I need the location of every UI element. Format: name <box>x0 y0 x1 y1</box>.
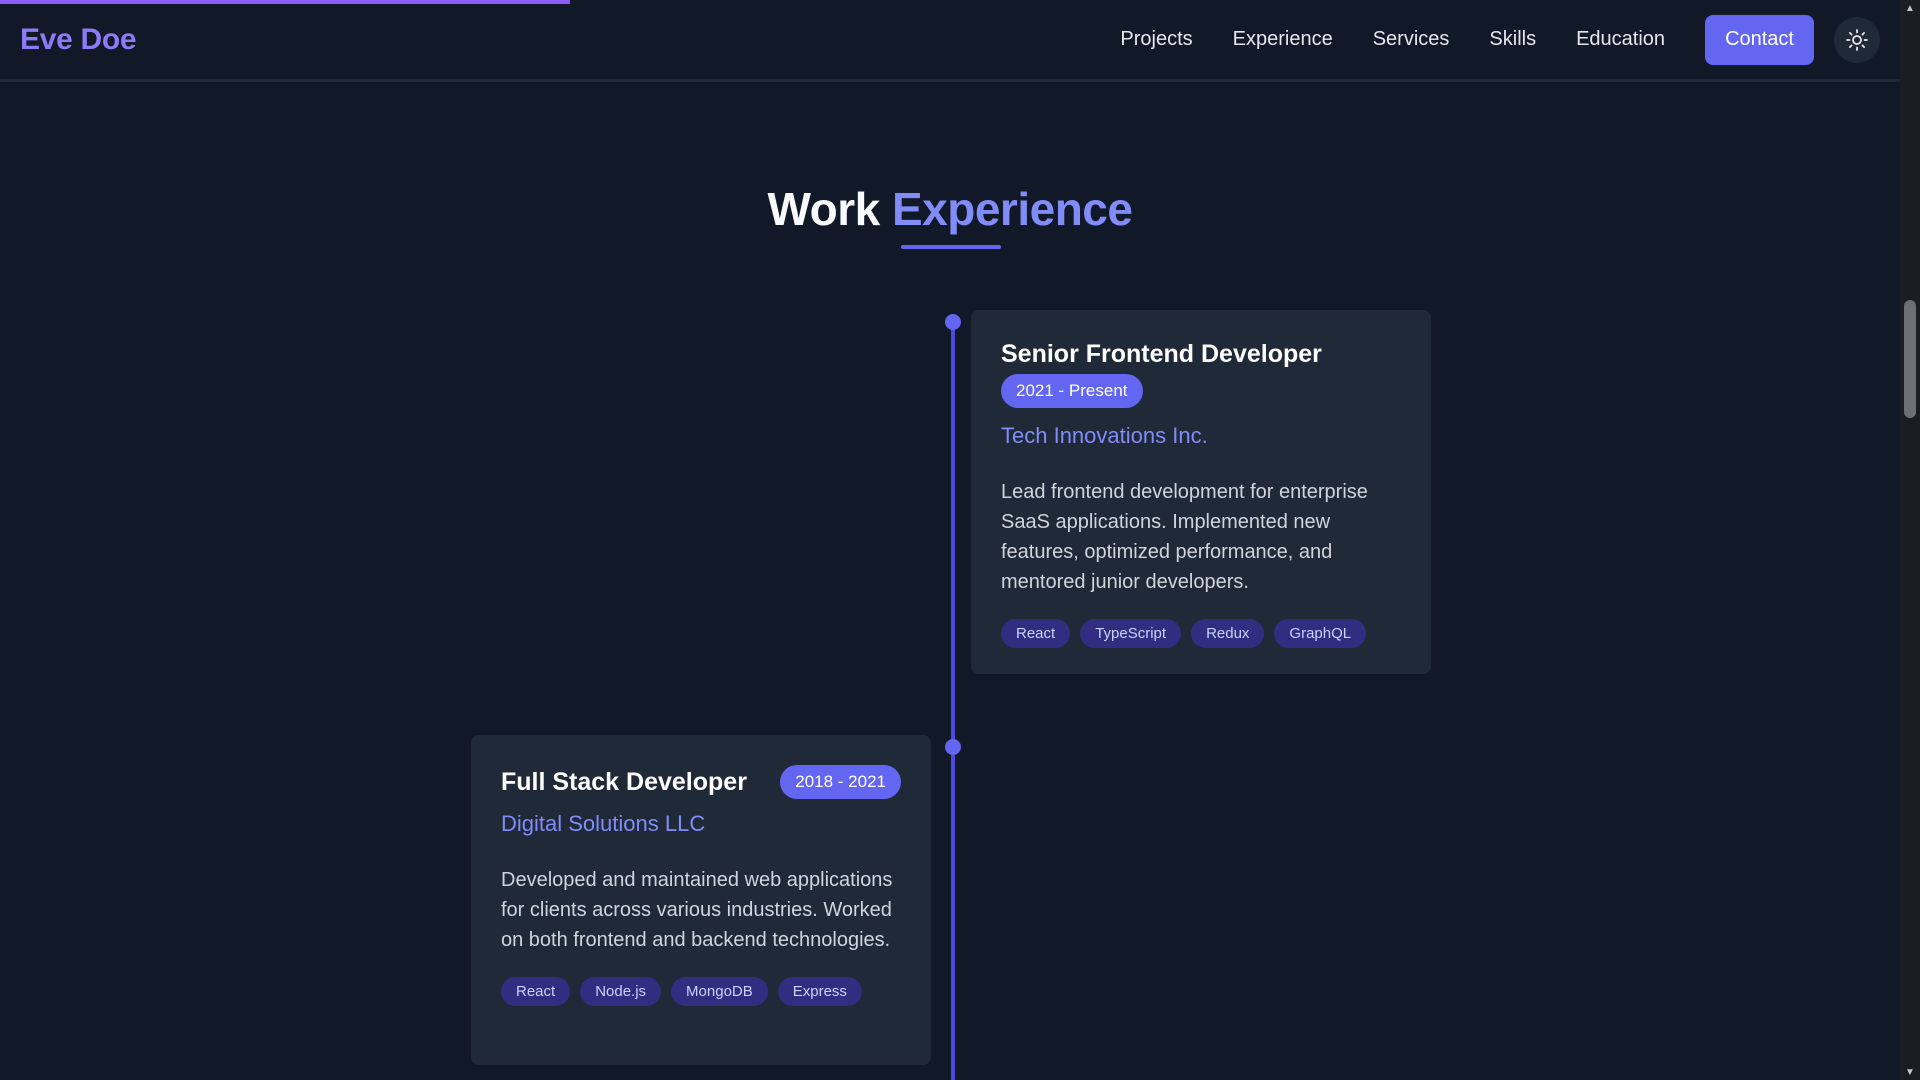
nav-link-services[interactable]: Services <box>1373 28 1450 51</box>
tech-tag: Express <box>777 977 862 1006</box>
job-description: Lead frontend development for enterprise… <box>1001 481 1368 593</box>
theme-toggle-button[interactable] <box>1834 16 1880 63</box>
page-scrollbar[interactable]: ▲ ▼ <box>1900 0 1920 1080</box>
site-header: Eve Doe Projects Experience Services Ski… <box>0 0 1900 82</box>
scroll-progress-bar <box>0 0 570 4</box>
tech-tag: Node.js <box>580 977 662 1006</box>
timeline-line <box>951 322 955 1080</box>
contact-button[interactable]: Contact <box>1705 14 1814 65</box>
job-description: Developed and maintained web application… <box>501 869 893 951</box>
experience-card: Senior Frontend Developer 2021 - Present… <box>971 310 1431 674</box>
nav-link-experience[interactable]: Experience <box>1233 28 1333 51</box>
tech-tag: React <box>501 977 571 1006</box>
main-nav: Projects Experience Services Skills Educ… <box>1120 28 1665 51</box>
experience-card: Full Stack Developer 2018 - 2021 Digital… <box>471 735 931 1065</box>
company-name: Digital Solutions LLC <box>501 811 706 836</box>
tech-tag: Redux <box>1191 619 1265 648</box>
tech-tag: TypeScript <box>1080 619 1182 648</box>
company-name: Tech Innovations Inc. <box>1001 423 1208 448</box>
job-title: Full Stack Developer <box>501 767 747 796</box>
nav-link-education[interactable]: Education <box>1576 28 1665 51</box>
tech-tags: React TypeScript Redux GraphQL <box>1001 619 1401 648</box>
tech-tag: React <box>1001 619 1071 648</box>
section-title-main: Work <box>767 183 881 235</box>
scroll-down-arrow-icon[interactable]: ▼ <box>1900 1064 1920 1080</box>
timeline-dot <box>945 314 961 330</box>
scroll-up-arrow-icon[interactable]: ▲ <box>1900 0 1920 16</box>
date-badge: 2018 - 2021 <box>780 765 901 799</box>
nav-link-projects[interactable]: Projects <box>1120 28 1192 51</box>
section-title-accent: Experience <box>891 183 1133 235</box>
scrollbar-thumb[interactable] <box>1904 300 1916 418</box>
tech-tag: GraphQL <box>1274 619 1367 648</box>
job-title: Senior Frontend Developer <box>1001 340 1322 368</box>
timeline-dot <box>945 739 961 755</box>
date-badge: 2021 - Present <box>1001 374 1143 408</box>
sun-icon <box>1846 28 1868 51</box>
nav-link-skills[interactable]: Skills <box>1489 28 1536 51</box>
tech-tags: React Node.js MongoDB Express <box>501 977 901 1006</box>
site-logo[interactable]: Eve Doe <box>20 23 137 57</box>
title-underline <box>901 245 1001 249</box>
section-title: Work Experience <box>0 182 1900 236</box>
tech-tag: MongoDB <box>671 977 768 1006</box>
